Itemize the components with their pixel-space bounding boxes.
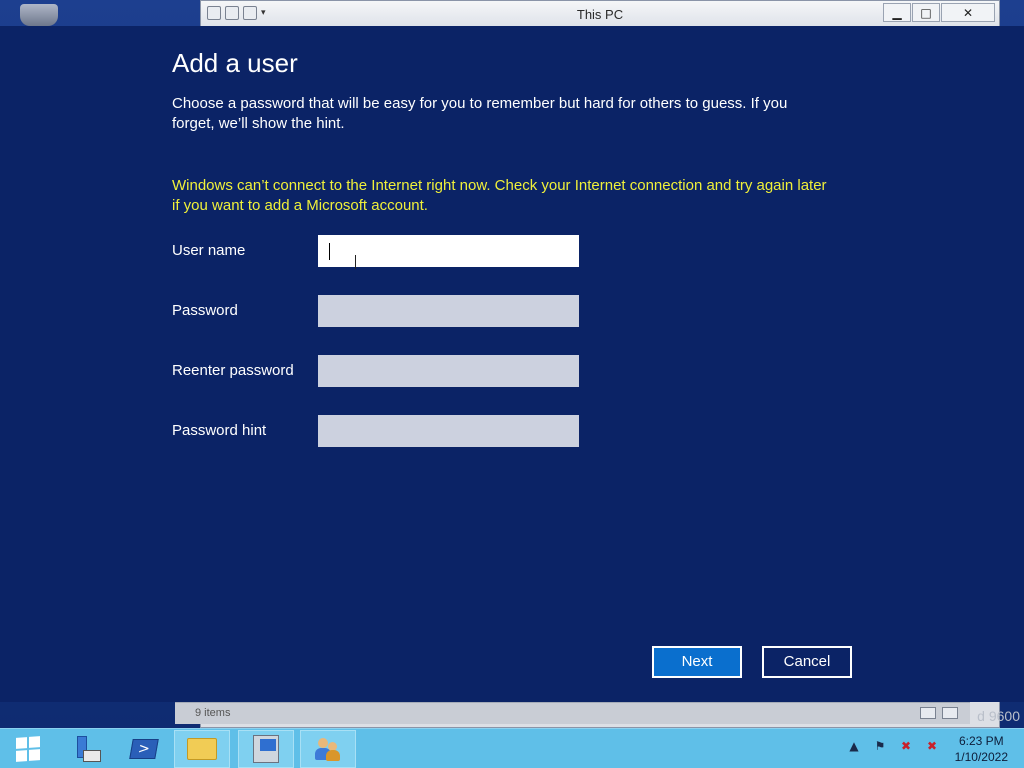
setup-button[interactable] [238,730,294,768]
reenter-password-label: Reenter password [172,362,294,379]
server-manager-icon [71,734,101,764]
cancel-button[interactable]: Cancel [762,646,852,678]
dialog-description: Choose a password that will be easy for … [172,95,788,132]
setup-icon [253,735,279,763]
maximize-button[interactable]: □ [912,3,940,22]
password-hint-label: Password hint [172,422,267,439]
details-view-icon[interactable] [920,707,936,719]
explorer-title: This PC [576,7,624,22]
recycle-bin-icon[interactable] [20,4,58,26]
file-explorer-button[interactable] [174,730,230,768]
windows-logo-icon [16,736,40,762]
offline-warning: Windows can’t connect to the Internet ri… [172,177,827,214]
server-manager-button[interactable] [58,730,114,768]
add-user-dialog: Add a user Choose a password that will b… [0,26,1024,702]
username-row: User name [172,235,592,269]
password-hint-row: Password hint [172,415,592,447]
system-tray: ▲ ⚑ ✖ ✖ [846,739,940,753]
volume-muted-icon[interactable]: ✖ [924,739,940,753]
explorer-status-bar: 9 items [175,702,970,724]
text-caret [329,243,330,260]
build-watermark: d 9600 [977,708,1020,724]
reenter-password-input[interactable] [318,355,579,387]
username-label: User name [172,242,246,259]
explorer-titlebar[interactable]: ▾ This PC ▁ □ ✕ [201,1,999,27]
next-button[interactable]: Next [652,646,742,678]
clock-time: 6:23 PM [958,734,1004,748]
password-input[interactable] [318,295,579,327]
large-icons-view-icon[interactable] [942,707,958,719]
user-accounts-button[interactable] [300,730,356,768]
desktop: ▾ This PC ▁ □ ✕ 9 items d 9600 Add a use… [0,0,1024,768]
dialog-title: Add a user [172,48,298,78]
users-icon [314,736,342,762]
password-hint-input[interactable] [318,415,579,447]
folder-icon [187,738,217,760]
clock[interactable]: 6:23 PM 1/10/2022 [955,733,1008,765]
mouse-ibeam-cursor [355,255,362,269]
taskbar: > ▲ ⚑ ✖ ✖ 6:23 PM 1/10/2022 [0,728,1024,768]
network-error-icon[interactable]: ✖ [898,739,914,753]
password-label: Password [172,302,238,319]
reenter-password-row: Reenter password [172,355,592,387]
powershell-icon: > [129,739,159,759]
password-row: Password [172,295,592,327]
window-controls: ▁ □ ✕ [883,3,995,22]
clock-date: 1/10/2022 [954,750,1008,764]
powershell-button[interactable]: > [116,730,172,768]
view-switcher [920,707,958,719]
start-button[interactable] [0,730,56,768]
item-count: 9 items [195,707,231,719]
show-hidden-icons-icon[interactable]: ▲ [846,739,862,753]
close-button[interactable]: ✕ [941,3,995,22]
minimize-button[interactable]: ▁ [883,3,911,22]
action-center-flag-icon[interactable]: ⚑ [872,739,888,753]
